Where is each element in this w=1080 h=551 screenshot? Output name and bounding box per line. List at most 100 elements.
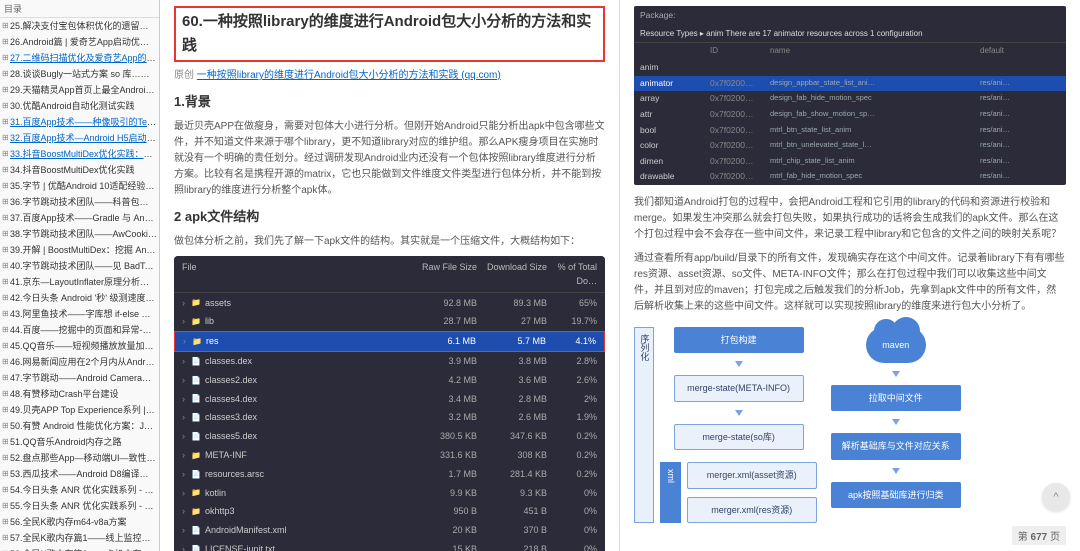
toc-item[interactable]: 44.百度——挖掘中的页面和异常-异常处理	[2, 322, 157, 338]
main-content: 60.一种按照library的维度进行Android包大小分析的方法和实践 原创…	[160, 0, 1080, 551]
toc-item[interactable]: 48.有赞移动Crash平台建设	[2, 386, 157, 402]
package-table: Package: Resource Types ▸ anim There are…	[634, 6, 1066, 185]
toc-item[interactable]: 46.网易新闻应用在2个月内从Android跳动	[2, 354, 157, 370]
file-table-row[interactable]: resources.arsc1.7 MB281.4 KB0.2%	[174, 465, 605, 484]
toc-item[interactable]: 31.百度App技术——种像吸引的TexV	[2, 114, 157, 130]
toc-item[interactable]: 38.字节跳动技术团队——AwCookieMana	[2, 226, 157, 242]
page-indicator: 第 677 页	[1012, 526, 1066, 545]
toc-item[interactable]: 52.盘点那些App—移动端UI—致性的路途	[2, 450, 157, 466]
toc-item[interactable]: 36.字节跳动技术团队——科普包大小优化	[2, 194, 157, 210]
file-table-row[interactable]: res6.1 MB5.7 MB4.1%	[174, 331, 605, 352]
file-icon	[191, 373, 201, 388]
pkg-table-row[interactable]: anim	[634, 60, 1066, 76]
toc-item[interactable]: 29.天猫精灵App首页上最全Android信息	[2, 82, 157, 98]
file-table-row[interactable]: classes2.dex4.2 MB3.6 MB2.6%	[174, 371, 605, 390]
toc-item[interactable]: 34.抖音BoostMultiDex优化实践	[2, 162, 157, 178]
folder-icon	[191, 485, 201, 500]
toc-item[interactable]: 28.谈谈Bugly一站式方案 so 库…在 Android	[2, 66, 157, 82]
file-icon	[191, 391, 201, 406]
toc-item[interactable]: 32.百度App技术—Android H5启动优化	[2, 130, 157, 146]
right-para-2: 通过查看所有app/build/目录下的所有文件，发现确实存在这个中间文件。记录…	[634, 251, 1066, 315]
file-table-row[interactable]: lib28.7 MB27 MB19.7%	[174, 312, 605, 331]
toc-item[interactable]: 49.贝壳APP Top Experience系列 | And	[2, 402, 157, 418]
file-table-row[interactable]: LICENSE-junit.txt15 KB218 B0%	[174, 540, 605, 551]
flow-box-merger-res: merger.xml(res资源)	[687, 497, 817, 523]
folder-icon	[191, 504, 201, 519]
toc-item[interactable]: 43.阿里鱼技术——字库想 if-else 走天下？	[2, 306, 157, 322]
toc-item[interactable]: 27.二维码扫描优化及爱奇艺App的实践	[2, 50, 157, 66]
arrow-down-icon	[735, 410, 743, 416]
arrow-down-icon	[892, 371, 900, 377]
toc-item[interactable]: 47.字节跳动——Android Camera内存问题	[2, 370, 157, 386]
toc-item[interactable]: 55.今日头条 ANR 优化实践系列 - 滥用力	[2, 498, 157, 514]
toc-item[interactable]: 57.全民K歌内存篇1——线上监控与综合治	[2, 530, 157, 546]
pkg-table-row[interactable]: array0x7f0200…design_fab_hide_motion_spe…	[634, 91, 1066, 107]
pkg-header: Package:	[634, 6, 1066, 26]
source-link[interactable]: 一种按照library的维度进行Android包大小分析的方法和实践 (qq.c…	[197, 70, 501, 81]
file-icon	[191, 429, 201, 444]
file-table-row[interactable]: kotlin9.9 KB9.3 KB0%	[174, 483, 605, 502]
toc-item[interactable]: 45.QQ音乐——短视频播放放量加速完整	[2, 338, 157, 354]
p-background: 最近贝壳APP在做瘦身，需要对包体大小进行分析。但刚开始Android只能分析出…	[174, 119, 605, 199]
toc-item[interactable]: 35.字节 | 优酷Android 10适配经验分享	[2, 178, 157, 194]
toc-item[interactable]: 58.全民K歌内存篇2——虚机内存分析	[2, 546, 157, 551]
toc-item[interactable]: 50.有赞 Android 性能优化方案：Java 内	[2, 418, 157, 434]
p-apk: 做包体分析之前，我们先了解一下apk文件的结构。其实就是一个压缩文件，大概结构如…	[174, 234, 605, 250]
toc-item[interactable]: 41.京东—LayoutInflater原理分析与复刻	[2, 274, 157, 290]
file-table-row[interactable]: okhttp3950 B451 B0%	[174, 502, 605, 521]
flow-box-pull: 拉取中间文件	[831, 385, 961, 411]
file-table-row[interactable]: classes.dex3.9 MB3.8 MB2.8%	[174, 352, 605, 371]
file-icon	[191, 523, 201, 538]
pkg-table-row[interactable]: color0x7f0200…mtrl_btn_unelevated_state_…	[634, 138, 1066, 154]
toc-header: 目录	[0, 0, 159, 18]
toc-item[interactable]: 26.Android篇 | 爱奇艺App启动优化实践	[2, 34, 157, 50]
file-table-row[interactable]: classes5.dex380.5 KB347.6 KB0.2%	[174, 427, 605, 446]
pkg-table-row[interactable]: attr0x7f0200…design_fab_show_motion_sp…r…	[634, 107, 1066, 123]
pkg-table-row[interactable]: dimen0x7f0200…mtrl_chip_state_list_animr…	[634, 154, 1066, 170]
file-table-header: File Raw File Size Download Size % of To…	[174, 256, 605, 294]
flow-box-parse: 解析基础库与文件对应关系	[831, 433, 961, 459]
arrow-down-icon	[892, 419, 900, 425]
toc-item[interactable]: 42.今日头条 Android '秒' 级测速度深度优	[2, 290, 157, 306]
right-column: Package: Resource Types ▸ anim There are…	[620, 0, 1080, 551]
file-icon	[191, 354, 201, 369]
flow-box-classify: apk按照基础库进行归类	[831, 482, 961, 508]
flow-box-merge-so: merge-state(so库)	[674, 424, 804, 450]
toc-item[interactable]: 33.抖音BoostMultiDex优化实践：Andro	[2, 146, 157, 162]
toc-item[interactable]: 51.QQ音乐Android内存之路	[2, 434, 157, 450]
flow-cloud-maven: maven	[866, 327, 926, 363]
file-table: File Raw File Size Download Size % of To…	[174, 256, 605, 551]
pkg-table-row[interactable]: bool0x7f0200…mtrl_btn_state_list_animres…	[634, 123, 1066, 139]
toc-item[interactable]: 56.全民K歌内存m64-v8a方案	[2, 514, 157, 530]
file-table-row[interactable]: classes3.dex3.2 MB2.6 MB1.9%	[174, 408, 605, 427]
toc-item[interactable]: 40.字节跳动技术团队——见 BadTokenE	[2, 258, 157, 274]
pkg-table-row[interactable]: drawable0x7f0200…mtrl_fab_hide_motion_sp…	[634, 169, 1066, 185]
flow-box-build: 打包构建	[674, 327, 804, 353]
toc-sidebar: 目录 25.解决支付宝包体积优化的遗留问题：运26.Android篇 | 爱奇艺…	[0, 0, 160, 551]
toc-item[interactable]: 25.解决支付宝包体积优化的遗留问题：运	[2, 18, 157, 34]
folder-icon	[191, 295, 201, 310]
file-table-row[interactable]: META-INF331.6 KB308 KB0.2%	[174, 446, 605, 465]
article-title: 60.一种按照library的维度进行Android包大小分析的方法和实践	[174, 6, 605, 62]
file-table-row[interactable]: classes4.dex3.4 MB2.8 MB2%	[174, 389, 605, 408]
file-icon	[191, 542, 201, 551]
article-source: 原创 一种按照library的维度进行Android包大小分析的方法和实践 (q…	[174, 68, 605, 84]
pkg-subheader: Resource Types ▸ anim There are 17 anima…	[634, 26, 1066, 44]
scroll-top-button[interactable]: ^	[1042, 483, 1070, 511]
folder-icon	[191, 314, 201, 329]
right-para-1: 我们都知道Android打包的过程中，会把Android工程和它引用的libra…	[634, 195, 1066, 243]
toc-item[interactable]: 54.今日头条 ANR 优化实践系列 - 设计原理	[2, 482, 157, 498]
file-table-row[interactable]: assets92.8 MB89.3 MB65%	[174, 293, 605, 312]
flowchart: 序列化 打包构建 merge-state(META-INFO) merge-st…	[634, 327, 1066, 523]
flow-label-serialize: 序列化	[634, 327, 654, 523]
toc-item[interactable]: 37.百度App技术——Gradle 与 Android 构	[2, 210, 157, 226]
toc-item[interactable]: 39.开解 | BoostMultiDex：挖掘 Android	[2, 242, 157, 258]
chevron-up-icon: ^	[1053, 491, 1058, 503]
toc-item[interactable]: 30.优酷Android自动化测试实践	[2, 98, 157, 114]
flow-label-xml: xml	[660, 462, 680, 523]
flow-box-merge-meta: merge-state(META-INFO)	[674, 375, 804, 401]
pkg-table-row[interactable]: animator0x7f0200…design_appbar_state_lis…	[634, 76, 1066, 92]
file-table-row[interactable]: AndroidManifest.xml20 KB370 B0%	[174, 521, 605, 540]
toc-item[interactable]: 53.西瓜技术——Android D8编译器：那	[2, 466, 157, 482]
toc-list: 25.解决支付宝包体积优化的遗留问题：运26.Android篇 | 爱奇艺App…	[0, 18, 159, 551]
